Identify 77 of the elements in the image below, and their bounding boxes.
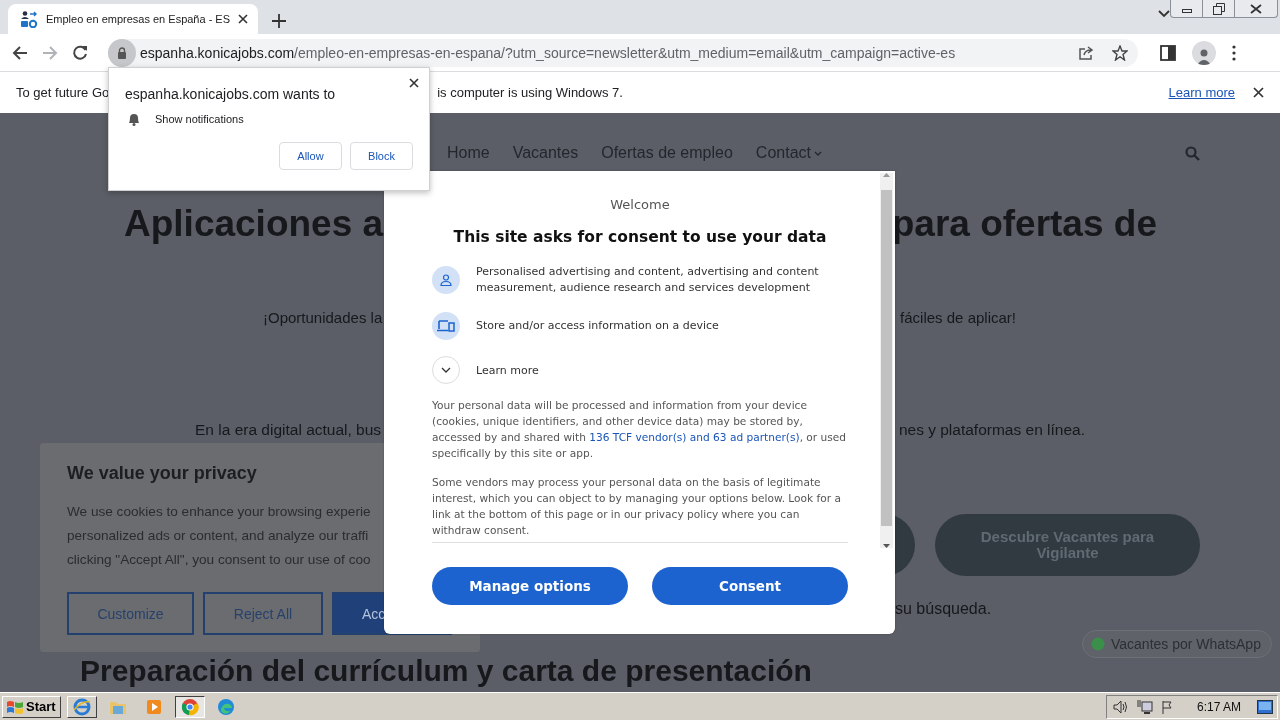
banner-text: clicking "Accept All", you consent to our use of coo: [67, 551, 371, 569]
caret-icon: [814, 150, 822, 156]
banner-text: personalized ads or content, and analyze our traffi: [67, 527, 369, 545]
prompt-button[interactable]: Allow: [279, 142, 342, 170]
permission-text: Show notifications: [155, 113, 244, 125]
back-button[interactable]: [12, 44, 28, 61]
consent-button[interactable]: Manage options: [432, 567, 628, 605]
address-bar[interactable]: espanha.konicajobs.com/empleo-en-empresas-en-espana/?utm_source=newsletter&utm_medium=email&utm_campaign=active-es: [108, 38, 1138, 67]
learn-more-link[interactable]: Learn more: [1168, 85, 1235, 100]
show-desktop-icon: [1257, 699, 1273, 714]
flag-icon: [1160, 699, 1175, 714]
x-glyph: [238, 14, 249, 24]
body-text: su búsqueda.: [895, 600, 992, 618]
lock-icon: [117, 46, 127, 59]
intro-text: ¡Oportunidades la: [263, 309, 383, 326]
reload-button[interactable]: [72, 44, 88, 61]
scrollbar[interactable]: [880, 173, 893, 548]
close-icon: [1250, 3, 1262, 14]
purpose-text: Store and/or access information on a device: [476, 318, 719, 334]
speaker-icon: [1112, 699, 1129, 714]
start-button[interactable]: Start: [2, 695, 61, 718]
intro-text: fáciles de aplicar!: [900, 309, 1016, 326]
consent-paragraph: Some vendors may process your personal data on the basis of legitimate interest, which you can object to by managing your options below. Look for a link at the bottom of this page or in our privacy policy where you can withdraw consent.: [432, 475, 842, 538]
close-infobar-button[interactable]: [1253, 87, 1264, 98]
chevron-down-icon: [1158, 10, 1170, 18]
tab-search-button[interactable]: [1158, 10, 1170, 18]
prompt-button[interactable]: Block: [350, 142, 413, 170]
share-icon: [1078, 44, 1094, 61]
url-text: espanha.konicajobs.com/empleo-en-empresas-en-espana/?utm_source=newsletter&utm_medium=email&utm_campaign=active-es: [140, 44, 957, 61]
reload-icon: [72, 44, 88, 61]
browser-tab[interactable]: Empleo en empresas en España - ES: [8, 4, 258, 34]
close-icon: [409, 78, 419, 88]
forward-arrow-icon: [42, 44, 58, 61]
up-arrow-icon: [883, 173, 890, 177]
close-prompt-button[interactable]: [409, 78, 419, 88]
purpose-text: Personalised advertising and content, advertising and content measurement, audience research and services development: [476, 264, 820, 296]
body-text: En la era digital actual, bus: [195, 421, 382, 439]
star-icon: [1112, 44, 1128, 61]
body-text: nes y plataformas en línea.: [898, 421, 1085, 439]
down-arrow-icon: [883, 544, 890, 548]
search-icon: [1185, 146, 1200, 161]
dialog-subtitle: Welcome: [609, 197, 671, 212]
learn-more-toggle[interactable]: Learn more: [432, 356, 848, 384]
chrome-icon: [180, 697, 199, 716]
back-arrow-icon: [12, 44, 28, 61]
page-heading: Aplicaciones a: [124, 203, 384, 245]
new-tab-button[interactable]: [272, 14, 286, 28]
banner-title: We value your privacy: [67, 463, 257, 484]
close-tab-icon[interactable]: [238, 14, 249, 24]
vendors-link[interactable]: 136 TCF vendor(s) and 63 ad partner(s): [589, 431, 800, 443]
menu-icon: [1232, 44, 1236, 61]
bell-icon: [127, 112, 141, 126]
profile-avatar[interactable]: [1192, 40, 1216, 65]
clock-time: 6:17 AM: [1196, 699, 1241, 714]
close-icon: [1253, 87, 1264, 98]
chevron-down-icon: [441, 367, 451, 373]
dialog-title: This site asks for consent to use your data: [452, 228, 828, 246]
browser-e-icon: [72, 697, 91, 716]
banner-text: We use cookies to enhance your browsing experie: [67, 503, 371, 521]
plus-icon: [272, 14, 286, 28]
windows-flag-icon: [6, 698, 24, 715]
edge-icon: [216, 697, 235, 716]
infobar-message: is computer is using Windows 7.: [437, 85, 623, 100]
tab-title: Empleo en empresas en España - ES: [46, 13, 231, 25]
consent-button[interactable]: Consent: [652, 567, 848, 605]
taskbar-app-icon[interactable]: [174, 695, 205, 718]
network-icon: [1136, 698, 1153, 715]
page-heading: para ofertas de: [891, 203, 1157, 245]
consent-paragraph: Your personal data will be processed and information from your device (cookies, unique identifiers, and other device data) may be stored by, accessed by and shared with 136 TCF vendor(s) and 63 ad partner(s), or used specifically by this site or app.: [432, 398, 848, 461]
person-icon: [440, 274, 452, 286]
media-player-icon: [145, 698, 162, 715]
side-panel-icon: [1160, 44, 1176, 61]
favicon-icon: [20, 10, 38, 28]
section-heading: Preparación del currículum y carta de presentación: [80, 654, 812, 688]
device-icon: [437, 320, 455, 332]
prompt-title: espanha.konicajobs.com wants to: [125, 86, 337, 102]
restore-icon: [1212, 2, 1225, 15]
